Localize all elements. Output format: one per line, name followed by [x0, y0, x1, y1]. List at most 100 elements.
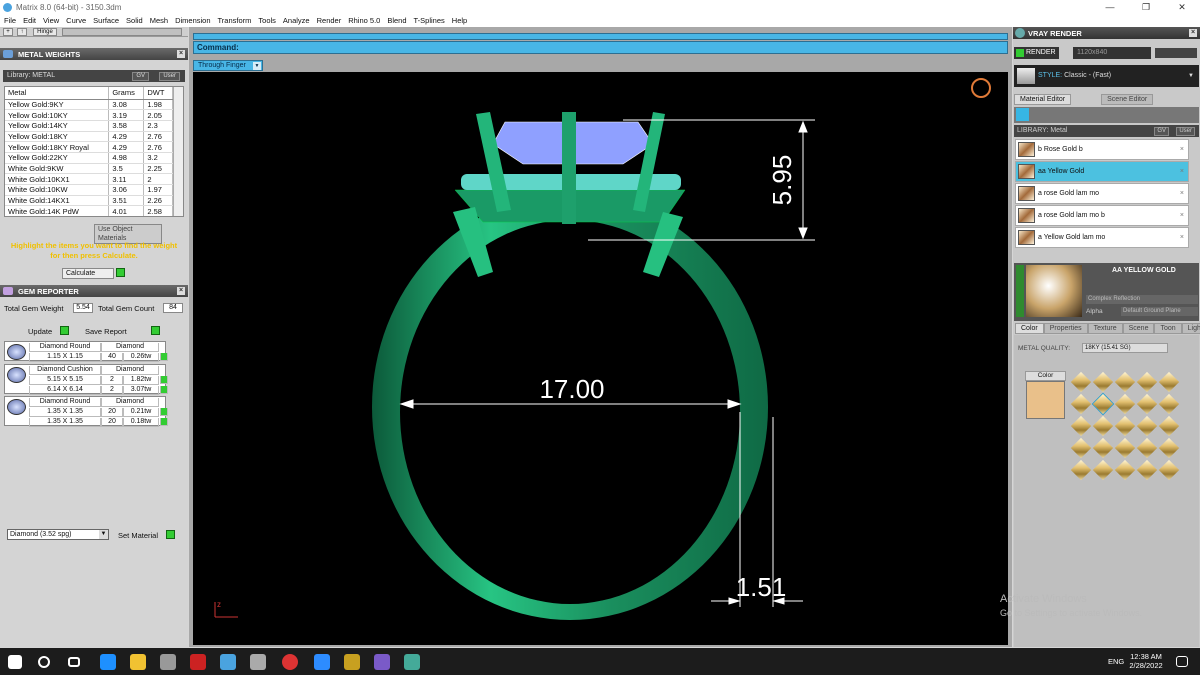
menu-item-solid[interactable]: Solid — [126, 16, 143, 25]
material-item[interactable]: aa Yellow Gold × — [1015, 161, 1189, 182]
gem-size-row[interactable]: 1.35 X 1.35 20 0.18tw — [29, 418, 168, 427]
gv-button[interactable]: GV — [1154, 127, 1169, 136]
metal-cube-swatch[interactable] — [1158, 371, 1180, 393]
style-dropdown[interactable]: STYLE: Classic - (Fast) ▼ — [1014, 65, 1199, 87]
table-row[interactable]: Yellow Gold:18KY 4.29 2.76 — [5, 131, 173, 143]
metal-cube-swatch[interactable] — [1070, 371, 1092, 393]
metal-cube-swatch[interactable] — [1136, 415, 1158, 437]
tab-material-editor[interactable]: Material Editor — [1014, 94, 1072, 105]
metal-cube-swatch[interactable] — [1070, 393, 1092, 415]
remove-icon[interactable]: × — [1180, 228, 1184, 247]
subtab-light[interactable]: Light — [1181, 323, 1200, 334]
gem-size-row[interactable]: 5.15 X 5.15 2 1.82tw — [29, 376, 168, 385]
menu-item-dimension[interactable]: Dimension — [175, 16, 210, 25]
metal-cube-swatch[interactable] — [1136, 371, 1158, 393]
table-row[interactable]: White Gold:9KW 3.5 2.25 — [5, 163, 173, 175]
table-row[interactable]: White Gold:10KW 3.06 1.97 — [5, 184, 173, 196]
hinge-tool-button[interactable]: Hinge — [33, 28, 57, 36]
menu-item-surface[interactable]: Surface — [93, 16, 119, 25]
app-icon[interactable] — [190, 654, 206, 670]
chevron-down-icon[interactable]: ▼ — [253, 62, 261, 70]
subtab-toon[interactable]: Toon — [1154, 323, 1182, 334]
set-material-go-icon[interactable] — [166, 530, 175, 539]
metal-quality-select[interactable]: 18KY (15.41 SG) — [1082, 343, 1168, 353]
ground-plane-dropdown[interactable]: Default Ground Plane — [1121, 307, 1198, 316]
app-icon[interactable] — [374, 654, 390, 670]
gem-go-icon[interactable] — [160, 353, 168, 361]
app-icon[interactable] — [250, 654, 266, 670]
metal-cube-swatch[interactable] — [1136, 437, 1158, 459]
gem-size-row[interactable]: 6.14 X 6.14 2 3.07tw — [29, 386, 168, 395]
remove-icon[interactable]: × — [1180, 162, 1184, 181]
notification-icon[interactable] — [1176, 656, 1188, 667]
metal-cube-swatch[interactable] — [1114, 459, 1136, 481]
metal-cube-swatch[interactable] — [1092, 437, 1114, 459]
menu-item-mesh[interactable]: Mesh — [150, 16, 168, 25]
user-button[interactable]: User — [159, 72, 180, 81]
search-icon[interactable] — [38, 656, 50, 668]
zoom-icon[interactable] — [314, 654, 330, 670]
reflection-dropdown[interactable]: Complex Reflection — [1086, 295, 1198, 304]
metal-cube-swatch[interactable] — [1114, 437, 1136, 459]
tool-slider[interactable] — [62, 28, 182, 36]
save-report-button[interactable]: Save Report — [85, 327, 127, 336]
menu-item-t-splines[interactable]: T-Splines — [414, 16, 445, 25]
metal-cube-swatch[interactable] — [1091, 392, 1115, 416]
expand-arrow-icon[interactable] — [1016, 265, 1024, 317]
menu-item-render[interactable]: Render — [317, 16, 342, 25]
metal-cube-swatch[interactable] — [1158, 437, 1180, 459]
update-go-icon[interactable] — [60, 326, 69, 335]
subtab-scene[interactable]: Scene — [1122, 323, 1155, 334]
gem-group[interactable]: Diamond Cushion Diamond 5.15 X 5.15 2 1.82tw… — [4, 364, 168, 395]
metal-cube-swatch[interactable] — [1092, 459, 1114, 481]
calculate-go-icon[interactable] — [116, 268, 125, 277]
gem-group[interactable]: Diamond Round Diamond 1.35 X 1.35 20 0.21tw 1… — [4, 396, 168, 427]
maximize-button[interactable]: ❐ — [1128, 0, 1164, 14]
metal-cube-swatch[interactable] — [1114, 393, 1136, 415]
view-name-dropdown[interactable]: Through Finger ▼ — [193, 60, 263, 71]
windows-start-icon[interactable] — [8, 655, 22, 669]
color-swatch[interactable] — [1026, 381, 1065, 419]
gem-go-icon[interactable] — [160, 418, 168, 426]
language-indicator[interactable]: ENG — [1108, 657, 1124, 666]
app-icon[interactable] — [160, 654, 176, 670]
chrome-icon[interactable] — [282, 654, 298, 670]
subtab-color[interactable]: Color — [1015, 323, 1044, 334]
material-select[interactable]: Diamond (3.52 spg) ▼ — [7, 529, 109, 540]
calculate-button[interactable]: Calculate — [62, 268, 114, 279]
tab-scene-editor[interactable]: Scene Editor — [1101, 94, 1154, 105]
menu-item-file[interactable]: File — [4, 16, 16, 25]
table-row[interactable]: White Gold:10KX1 3.11 2 — [5, 173, 173, 185]
resolution-field[interactable]: 1120x840 — [1073, 47, 1151, 59]
close-icon[interactable]: × — [1189, 29, 1197, 37]
menu-item-transform[interactable]: Transform — [218, 16, 252, 25]
metal-cube-swatch[interactable] — [1092, 371, 1114, 393]
chevron-down-icon[interactable]: ▼ — [99, 530, 108, 539]
gem-size-row[interactable]: 1.15 X 1.15 40 0.26tw — [29, 353, 168, 362]
update-button[interactable]: Update — [28, 327, 52, 336]
metal-cube-swatch[interactable] — [1070, 415, 1092, 437]
add-tool-button[interactable]: + — [3, 28, 13, 36]
table-row[interactable]: Yellow Gold:18KY Royal 4.29 2.76 — [5, 141, 173, 153]
remove-icon[interactable]: × — [1180, 140, 1184, 159]
clock[interactable]: 12:38 AM 2/28/2022 — [1128, 652, 1164, 670]
table-row[interactable]: Yellow Gold:22KY 4.98 3.2 — [5, 152, 173, 164]
metal-cube-swatch[interactable] — [1092, 415, 1114, 437]
subtab-properties[interactable]: Properties — [1043, 323, 1088, 334]
up-tool-button[interactable]: ↑ — [17, 28, 27, 36]
metal-cube-swatch[interactable] — [1158, 393, 1180, 415]
close-icon[interactable]: × — [177, 50, 185, 58]
matrix-app-icon[interactable] — [220, 654, 236, 670]
metal-cube-swatch[interactable] — [1158, 415, 1180, 437]
minimize-button[interactable]: — — [1092, 0, 1128, 14]
table-row[interactable]: White Gold:14KX1 3.51 2.26 — [5, 195, 173, 207]
edge-icon[interactable] — [100, 654, 116, 670]
user-button[interactable]: User — [1176, 127, 1195, 136]
material-item[interactable]: a Yellow Gold lam mo × — [1015, 227, 1189, 248]
material-tool-icon[interactable] — [1016, 108, 1029, 121]
menu-item-view[interactable]: View — [43, 16, 59, 25]
set-material-button[interactable]: Set Material — [118, 531, 158, 540]
file-explorer-icon[interactable] — [130, 654, 146, 670]
chevron-down-icon[interactable]: ▼ — [1188, 65, 1194, 87]
metal-cube-swatch[interactable] — [1070, 459, 1092, 481]
